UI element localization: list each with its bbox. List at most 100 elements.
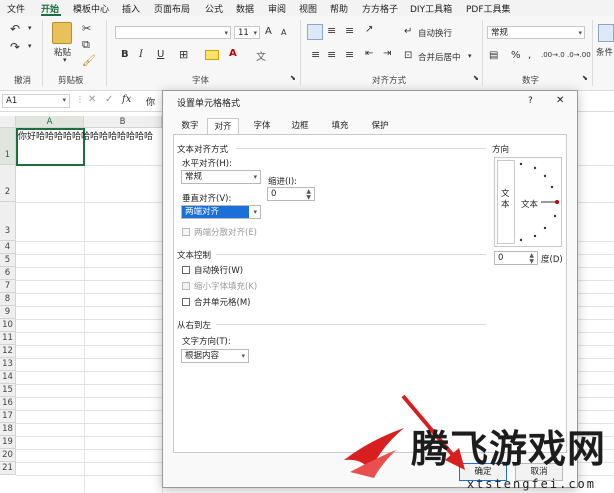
- wrap-text-button[interactable]: 自动换行: [418, 27, 452, 39]
- tab-border[interactable]: 边框: [285, 118, 315, 134]
- menu-pdf-tools[interactable]: PDF工具集: [466, 2, 511, 15]
- bold-button[interactable]: B: [121, 49, 129, 60]
- row-header-14[interactable]: 14: [0, 371, 16, 384]
- font-dialog-launcher-icon[interactable]: ⬊: [290, 74, 296, 82]
- row-header-17[interactable]: 17: [0, 410, 16, 423]
- row-header-3[interactable]: 3: [0, 202, 16, 241]
- number-dialog-launcher-icon[interactable]: ⬊: [582, 74, 588, 82]
- row-header-19[interactable]: 19: [0, 436, 16, 449]
- tab-number[interactable]: 数字: [175, 118, 205, 134]
- row-header-18[interactable]: 18: [0, 423, 16, 436]
- degrees-stepper[interactable]: 0 ▲ ▼: [494, 251, 538, 265]
- align-bottom-icon[interactable]: ≡: [345, 24, 354, 37]
- merge-center-button[interactable]: 合并后居中: [418, 51, 461, 63]
- distributed-checkbox[interactable]: [182, 228, 190, 236]
- row-header-9[interactable]: 9: [0, 306, 16, 319]
- row-header-8[interactable]: 8: [0, 293, 16, 306]
- formula-content[interactable]: 你: [146, 95, 155, 108]
- align-left-icon[interactable]: ≡: [311, 48, 320, 61]
- phonetic-icon[interactable]: 文: [256, 48, 266, 63]
- redo-icon[interactable]: ↷: [10, 40, 20, 54]
- menu-file[interactable]: 文件: [7, 2, 25, 15]
- row-header-11[interactable]: 11: [0, 332, 16, 345]
- merge-cells-checkbox[interactable]: [182, 298, 190, 306]
- row-header-12[interactable]: 12: [0, 345, 16, 358]
- close-icon[interactable]: ✕: [556, 95, 564, 106]
- paste-icon[interactable]: [52, 22, 72, 44]
- tab-protection[interactable]: 保护: [365, 118, 395, 134]
- dial-handle[interactable]: [555, 200, 559, 204]
- tab-alignment[interactable]: 对齐: [207, 118, 239, 134]
- menu-insert[interactable]: 插入: [122, 2, 140, 15]
- menu-diy-toolbox[interactable]: DIY工具箱: [410, 2, 452, 15]
- font-color-icon[interactable]: A: [229, 48, 237, 59]
- wrap-text-icon[interactable]: ↵: [404, 26, 412, 37]
- row-header-15[interactable]: 15: [0, 384, 16, 397]
- fill-color-icon[interactable]: [205, 50, 219, 60]
- align-center-icon[interactable]: ≡: [327, 48, 336, 61]
- underline-button[interactable]: U: [157, 49, 164, 60]
- menu-view[interactable]: 视图: [299, 2, 317, 15]
- row-header-2[interactable]: 2: [0, 165, 16, 202]
- decrease-decimal-button[interactable]: .0→.00: [567, 51, 591, 59]
- menu-template-center[interactable]: 模板中心: [73, 2, 109, 15]
- text-direction-select[interactable]: 根据内容 ▾: [181, 349, 249, 363]
- shrink-to-fit-checkbox[interactable]: [182, 282, 190, 290]
- name-box[interactable]: A1 ▾: [2, 94, 70, 108]
- insert-function-button[interactable]: fx: [122, 94, 131, 105]
- row-header-16[interactable]: 16: [0, 397, 16, 410]
- align-top-icon[interactable]: [307, 24, 323, 40]
- merge-center-icon[interactable]: ⊡: [404, 50, 412, 61]
- number-format-combo[interactable]: 常规 ▾: [487, 26, 585, 39]
- row-header-5[interactable]: 5: [0, 254, 16, 267]
- align-right-icon[interactable]: ≡: [345, 48, 354, 61]
- row-header-6[interactable]: 6: [0, 267, 16, 280]
- chevron-down-icon[interactable]: ▾: [468, 52, 472, 60]
- menu-help[interactable]: 帮助: [330, 2, 348, 15]
- cut-icon[interactable]: ✂: [82, 22, 91, 35]
- row-header-4[interactable]: 4: [0, 241, 16, 254]
- menu-formulas[interactable]: 公式: [205, 2, 223, 15]
- tab-font[interactable]: 字体: [247, 118, 277, 134]
- menu-ffgz[interactable]: 方方格子: [362, 2, 398, 15]
- tab-fill[interactable]: 填充: [325, 118, 355, 134]
- row-header-20[interactable]: 20: [0, 449, 16, 462]
- column-header-a[interactable]: A: [16, 116, 84, 128]
- font-size-combo[interactable]: 11 ▾: [234, 26, 260, 39]
- border-icon[interactable]: ⊞: [179, 48, 188, 61]
- select-all-corner[interactable]: [0, 116, 16, 128]
- orientation-box[interactable]: 文本 文本: [494, 157, 562, 247]
- undo-dropdown-icon[interactable]: ▾: [28, 24, 32, 32]
- horizontal-align-select[interactable]: 常规 ▾: [181, 170, 261, 184]
- row-header-7[interactable]: 7: [0, 280, 16, 293]
- menu-review[interactable]: 审阅: [268, 2, 286, 15]
- paste-dropdown-icon[interactable]: ▾: [63, 56, 67, 64]
- row-header-13[interactable]: 13: [0, 358, 16, 371]
- increase-font-size-button[interactable]: A: [265, 26, 272, 37]
- comma-button[interactable]: ,: [528, 50, 531, 61]
- menu-page-layout[interactable]: 页面布局: [154, 2, 190, 15]
- percent-button[interactable]: %: [511, 50, 521, 61]
- indent-stepper[interactable]: 0 ▲ ▼: [267, 187, 315, 201]
- redo-dropdown-icon[interactable]: ▾: [28, 42, 32, 50]
- conditional-format-icon[interactable]: [598, 24, 614, 42]
- row-header-1[interactable]: 1: [0, 128, 16, 165]
- font-name-combo[interactable]: ▾: [115, 26, 231, 39]
- indent-decrease-icon[interactable]: ⇤: [365, 48, 373, 59]
- conditional-format-button[interactable]: 条件: [596, 46, 613, 58]
- help-button[interactable]: ?: [528, 96, 533, 106]
- menu-data[interactable]: 数据: [236, 2, 254, 15]
- orientation-icon[interactable]: ↗: [365, 24, 373, 35]
- decrease-font-size-button[interactable]: A: [281, 28, 286, 37]
- copy-icon[interactable]: ⧉: [82, 38, 90, 52]
- format-painter-icon[interactable]: 🖌: [82, 54, 96, 67]
- currency-icon[interactable]: ▤: [489, 50, 498, 61]
- vertical-align-select[interactable]: 两端对齐 ▾: [181, 205, 261, 219]
- cell-a1-content[interactable]: 你好哈哈哈哈哈哈哈哈哈哈哈哈哈: [18, 129, 153, 142]
- row-header-21[interactable]: 21: [0, 462, 16, 475]
- align-middle-icon[interactable]: ≡: [327, 24, 336, 37]
- vertical-text-button[interactable]: 文本: [497, 160, 515, 244]
- cancel-icon[interactable]: ✕: [88, 94, 96, 105]
- indent-increase-icon[interactable]: ⇥: [383, 48, 391, 59]
- undo-icon[interactable]: ↶: [10, 22, 20, 36]
